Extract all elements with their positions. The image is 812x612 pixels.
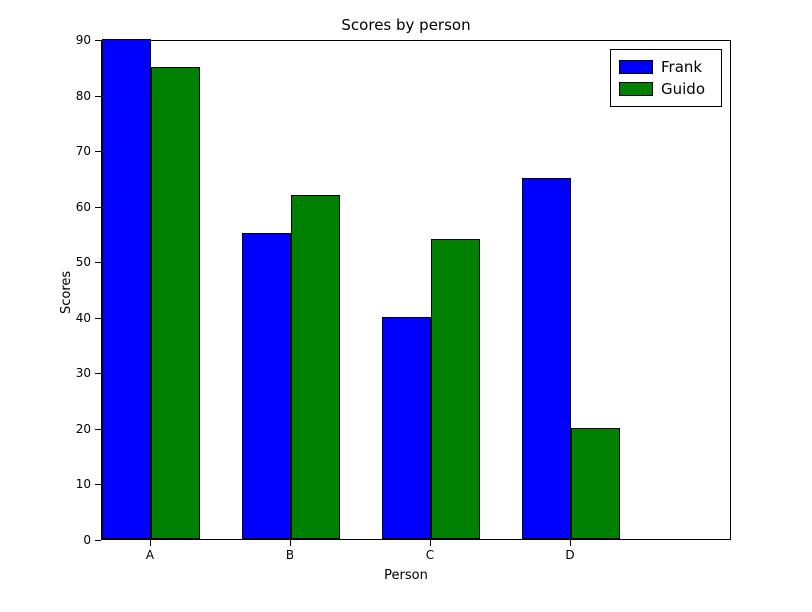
chart-stage: Scores by person Frank Guido Scores Pers…: [0, 0, 812, 612]
legend-swatch-frank: [619, 60, 653, 74]
y-tick: [95, 484, 101, 485]
y-tick: [95, 262, 101, 263]
legend-label-guido: Guido: [661, 78, 705, 100]
x-tick: [430, 540, 431, 546]
x-tick: [290, 540, 291, 546]
bar-frank-D: [522, 178, 571, 539]
y-tick-label: 30: [51, 366, 91, 380]
y-tick-label: 60: [51, 200, 91, 214]
bar-guido-C: [431, 239, 480, 539]
bar-guido-D: [571, 428, 620, 539]
bar-guido-B: [291, 195, 340, 539]
y-tick: [95, 429, 101, 430]
y-tick-label: 50: [51, 255, 91, 269]
x-tick-label: A: [130, 548, 170, 562]
legend-label-frank: Frank: [661, 56, 702, 78]
plot-area: Frank Guido: [101, 40, 731, 540]
y-axis-label: Scores: [59, 271, 74, 314]
legend-entry-guido: Guido: [619, 78, 713, 100]
y-tick-label: 90: [51, 33, 91, 47]
x-tick-label: C: [410, 548, 450, 562]
chart-title: Scores by person: [0, 16, 812, 34]
y-tick: [95, 207, 101, 208]
x-tick: [570, 540, 571, 546]
y-tick-label: 20: [51, 422, 91, 436]
x-axis-label: Person: [0, 568, 812, 583]
x-tick-label: D: [550, 548, 590, 562]
y-tick-label: 70: [51, 144, 91, 158]
y-tick: [95, 373, 101, 374]
legend-entry-frank: Frank: [619, 56, 713, 78]
x-tick-label: B: [270, 548, 310, 562]
y-tick-label: 80: [51, 89, 91, 103]
y-tick-label: 40: [51, 311, 91, 325]
y-tick: [95, 40, 101, 41]
bar-frank-C: [382, 317, 431, 539]
y-tick: [95, 151, 101, 152]
y-tick-label: 10: [51, 477, 91, 491]
y-tick-label: 0: [51, 533, 91, 547]
y-tick: [95, 96, 101, 97]
legend-box: Frank Guido: [610, 49, 722, 107]
bar-frank-A: [102, 39, 151, 539]
bar-frank-B: [242, 233, 291, 539]
legend-swatch-guido: [619, 82, 653, 96]
y-tick: [95, 318, 101, 319]
bar-guido-A: [151, 67, 200, 539]
y-tick: [95, 540, 101, 541]
x-tick: [150, 540, 151, 546]
